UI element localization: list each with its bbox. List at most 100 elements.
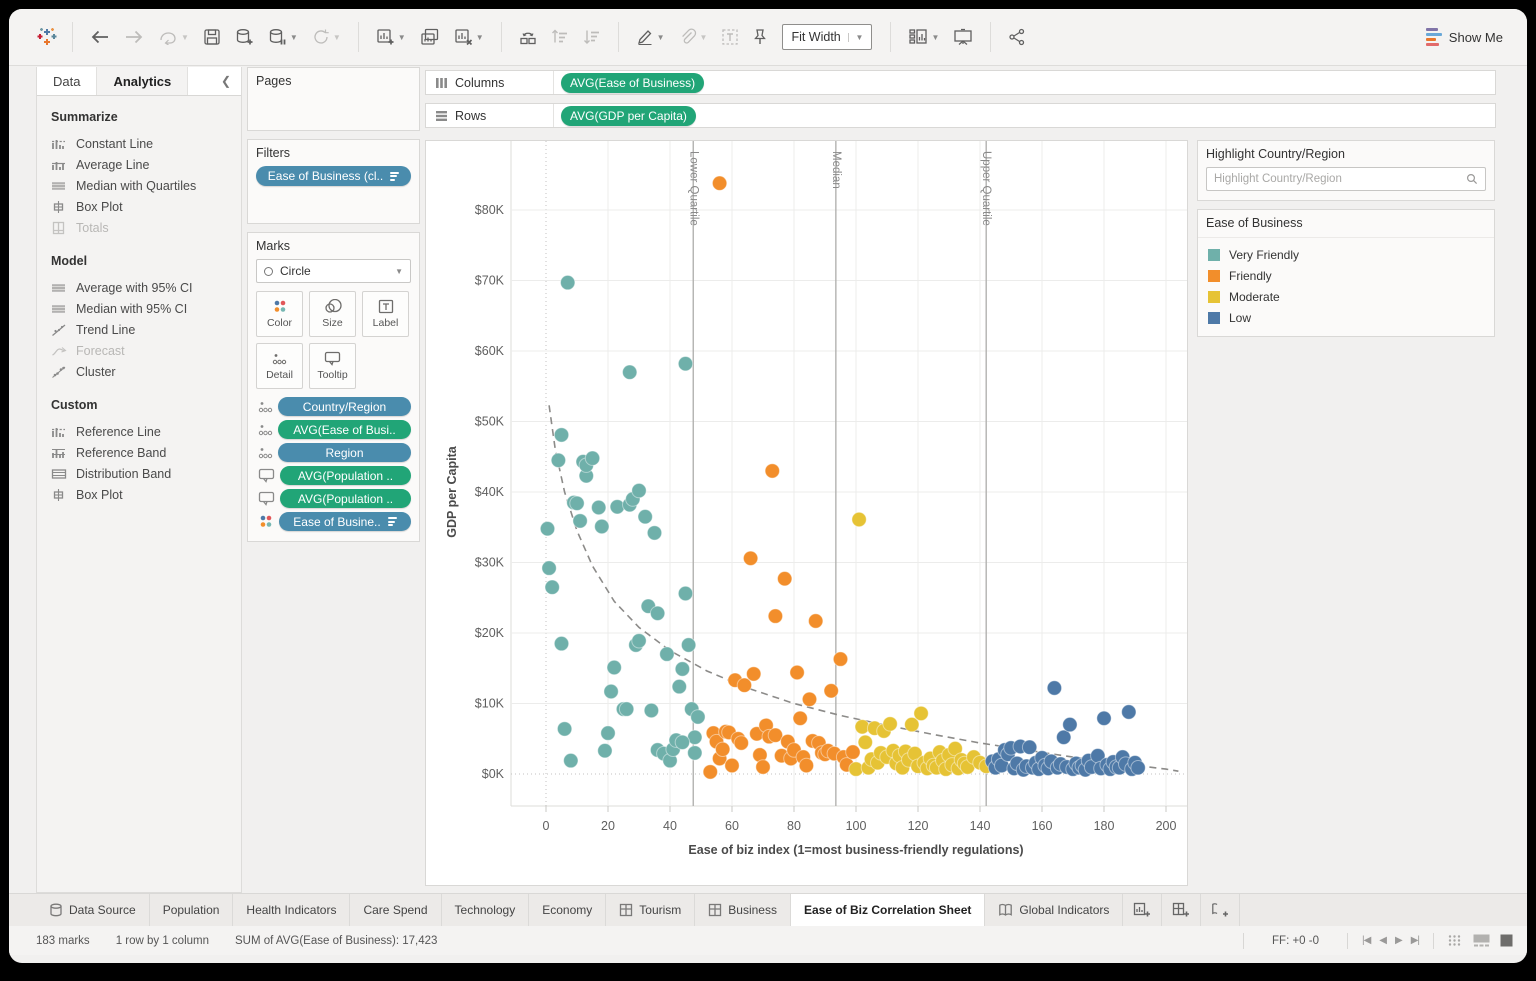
data-point-very-friendly[interactable]: [591, 499, 607, 516]
view-single-button[interactable]: [1500, 934, 1513, 947]
data-point-very-friendly[interactable]: [646, 525, 663, 541]
new-story-tab-button[interactable]: [1201, 894, 1241, 926]
data-point-very-friendly[interactable]: [606, 659, 622, 676]
data-point-very-friendly[interactable]: [560, 274, 576, 291]
sheet-tab-care-spend[interactable]: Care Spend: [350, 894, 442, 926]
back-button[interactable]: [90, 29, 110, 45]
data-point-moderate[interactable]: [882, 716, 898, 732]
data-point-very-friendly[interactable]: [687, 745, 703, 761]
data-point-very-friendly[interactable]: [594, 518, 610, 535]
swap-axes-button[interactable]: [519, 28, 537, 46]
data-point-very-friendly[interactable]: [600, 725, 616, 741]
sheet-tab-tourism[interactable]: Tourism: [606, 894, 696, 926]
pause-updates-button[interactable]: ▼: [268, 28, 298, 46]
sheet-tab-global-indicators[interactable]: Global Indicators: [985, 894, 1124, 926]
data-point-very-friendly[interactable]: [563, 752, 579, 769]
data-point-very-friendly[interactable]: [643, 702, 660, 719]
data-point-very-friendly[interactable]: [677, 356, 694, 372]
nav-last-button[interactable]: ▶|: [1411, 935, 1420, 946]
collapse-pane-button[interactable]: ❮: [211, 67, 241, 95]
view-filmstrip-button[interactable]: [1473, 934, 1490, 947]
sheet-tab-ease-of-biz-correlation-sheet[interactable]: Ease of Biz Correlation Sheet: [790, 894, 986, 926]
marks-color-button[interactable]: Color: [256, 291, 303, 337]
data-point-low[interactable]: [1046, 680, 1063, 696]
share-button[interactable]: [1008, 28, 1026, 46]
filter-pill[interactable]: Ease of Business (cl..: [256, 166, 411, 186]
sheet-tab-business[interactable]: Business: [695, 894, 791, 926]
mark-pill[interactable]: Region: [278, 443, 411, 462]
data-point-moderate[interactable]: [851, 511, 867, 528]
data-point-very-friendly[interactable]: [631, 633, 647, 649]
sidebar-item-average-with-95-ci[interactable]: Average with 95% CI: [51, 277, 241, 298]
sidebar-item-cluster[interactable]: Cluster: [51, 361, 241, 382]
legend-item-moderate[interactable]: Moderate: [1198, 286, 1494, 307]
data-point-very-friendly[interactable]: [674, 661, 691, 677]
data-point-very-friendly[interactable]: [541, 560, 557, 576]
data-point-friendly[interactable]: [798, 757, 815, 774]
data-point-friendly[interactable]: [746, 666, 762, 682]
data-point-very-friendly[interactable]: [550, 452, 567, 468]
nav-prev-button[interactable]: ◀: [1379, 935, 1387, 946]
sidebar-item-reference-band[interactable]: Reference Band: [51, 442, 241, 463]
data-point-friendly[interactable]: [742, 550, 759, 566]
marks-size-button[interactable]: Size: [309, 291, 356, 337]
data-point-very-friendly[interactable]: [671, 678, 688, 695]
data-point-very-friendly[interactable]: [649, 605, 666, 621]
data-point-very-friendly[interactable]: [553, 635, 570, 652]
fit-width-selector[interactable]: Fit Width ▼: [782, 24, 873, 50]
data-point-very-friendly[interactable]: [618, 701, 635, 717]
sidebar-item-reference-line[interactable]: Reference Line: [51, 421, 241, 442]
data-point-very-friendly[interactable]: [539, 521, 556, 537]
sidebar-item-constant-line[interactable]: Constant Line: [51, 133, 241, 154]
data-point-low[interactable]: [1056, 729, 1072, 745]
rows-shelf-pill[interactable]: AVG(GDP per Capita): [561, 105, 696, 126]
data-point-very-friendly[interactable]: [631, 482, 647, 499]
data-point-friendly[interactable]: [767, 608, 784, 624]
data-point-very-friendly[interactable]: [584, 450, 601, 466]
mark-pill[interactable]: AVG(Population ..: [280, 466, 411, 485]
sheet-tab-data-source[interactable]: Data Source: [36, 894, 150, 926]
nav-next-button[interactable]: ▶: [1395, 935, 1403, 946]
data-point-friendly[interactable]: [733, 735, 749, 751]
mark-pill[interactable]: AVG(Ease of Busi..: [278, 420, 411, 439]
new-worksheet-tab-button[interactable]: [1123, 894, 1163, 926]
sidebar-item-box-plot[interactable]: Box Plot: [51, 484, 241, 505]
data-point-very-friendly[interactable]: [556, 721, 573, 737]
data-point-very-friendly[interactable]: [597, 743, 613, 759]
data-point-very-friendly[interactable]: [659, 646, 675, 662]
sidebar-item-trend-line[interactable]: Trend Line: [51, 319, 241, 340]
data-point-friendly[interactable]: [724, 757, 740, 774]
sidebar-item-median-with-quartiles[interactable]: Median with Quartiles: [51, 175, 241, 196]
data-point-low[interactable]: [1021, 739, 1038, 755]
data-point-very-friendly[interactable]: [637, 509, 653, 525]
data-point-moderate[interactable]: [857, 734, 873, 750]
data-point-very-friendly[interactable]: [622, 364, 638, 380]
data-point-low[interactable]: [1130, 760, 1146, 776]
marks-label-button[interactable]: Label: [362, 291, 409, 337]
data-point-very-friendly[interactable]: [677, 585, 694, 602]
legend-item-friendly[interactable]: Friendly: [1198, 265, 1494, 286]
mark-type-dropdown[interactable]: Circle ▼: [256, 259, 411, 283]
data-point-very-friendly[interactable]: [674, 734, 691, 750]
pane-tab-analytics[interactable]: Analytics: [97, 67, 189, 95]
marks-detail-button[interactable]: Detail: [256, 343, 303, 389]
sheet-tab-technology[interactable]: Technology: [442, 894, 530, 926]
data-point-very-friendly[interactable]: [603, 683, 619, 700]
data-point-friendly[interactable]: [789, 664, 805, 681]
save-button[interactable]: [203, 28, 221, 46]
show-cards-button[interactable]: ▼: [908, 28, 939, 46]
nav-first-button[interactable]: |◀: [1362, 935, 1371, 946]
mark-pill[interactable]: Country/Region: [278, 397, 411, 416]
clear-sheet-button[interactable]: ▼: [454, 28, 484, 46]
data-point-friendly[interactable]: [755, 759, 771, 775]
view-grid-button[interactable]: [1448, 934, 1463, 947]
new-dashboard-tab-button[interactable]: [1162, 894, 1202, 926]
data-point-friendly[interactable]: [715, 741, 731, 757]
sheet-tab-health-indicators[interactable]: Health Indicators: [233, 894, 351, 926]
data-point-very-friendly[interactable]: [680, 637, 697, 653]
show-me-button[interactable]: Show Me: [1425, 28, 1503, 46]
data-point-very-friendly[interactable]: [572, 513, 588, 529]
highlight-search-input[interactable]: [1214, 173, 1466, 185]
data-point-low[interactable]: [1062, 716, 1078, 733]
fix-axes-button[interactable]: [753, 28, 767, 46]
